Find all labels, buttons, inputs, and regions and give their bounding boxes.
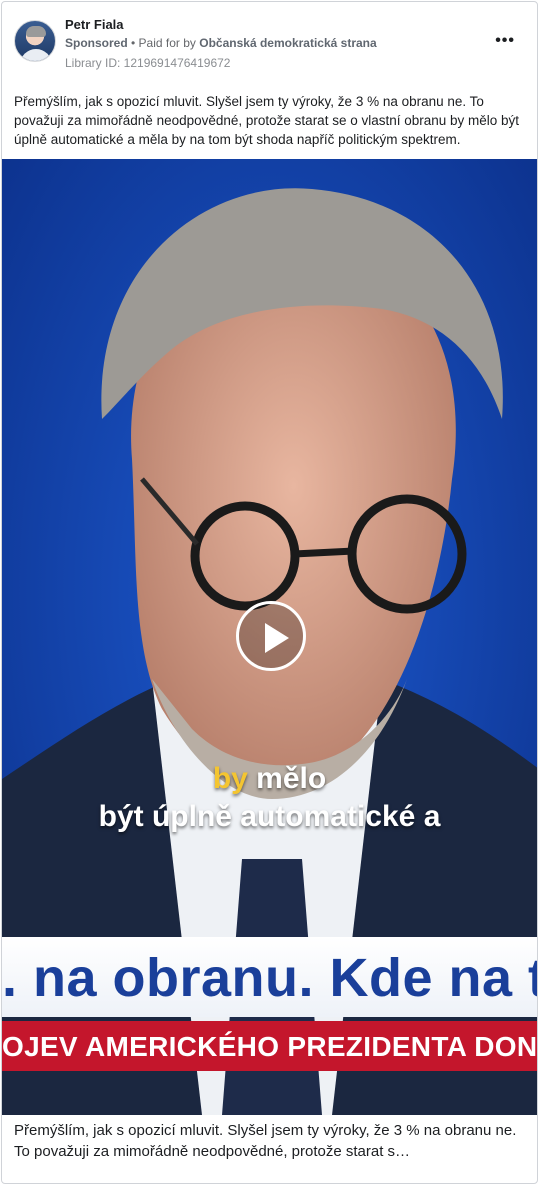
paid-for-name[interactable]: Občanská demokratická strana — [199, 36, 376, 50]
library-id: Library ID: 1219691476419672 — [65, 56, 231, 70]
subtitle-highlight-word: by — [212, 762, 248, 795]
subtitle-line-1-rest: mělo — [247, 762, 327, 795]
video-subtitle-line-2: být úplně automatické a — [98, 800, 441, 833]
page-name[interactable]: Petr Fiala — [65, 17, 124, 32]
page-avatar[interactable] — [14, 20, 56, 62]
ad-header: Petr Fiala Sponsored • Paid for by Občan… — [2, 2, 537, 82]
glasses-bridge — [293, 547, 355, 558]
news-ticker-text: OJEV AMERICKÉHO PREZIDENTA DONA — [2, 1031, 537, 1062]
video-player[interactable]: by mělo být úplně automatické a . na obr… — [2, 159, 537, 1115]
sponsored-label: Sponsored — [65, 36, 128, 50]
news-headline-banner: . na obranu. Kde na t — [2, 937, 537, 1017]
ad-card: Petr Fiala Sponsored • Paid for by Občan… — [1, 1, 538, 1184]
news-ticker-banner: OJEV AMERICKÉHO PREZIDENTA DONA — [2, 1021, 537, 1071]
more-options-icon[interactable]: ••• — [495, 32, 515, 50]
sponsored-line: Sponsored • Paid for by Občanská demokra… — [65, 36, 377, 50]
paid-for-prefix: • Paid for by — [127, 36, 200, 50]
avatar-shirt-shape — [20, 49, 52, 61]
video-caption: Přemýšlím, jak s opozicí mluvit. Slyšel … — [14, 1122, 517, 1160]
ad-body-text: Přemýšlím, jak s opozicí mluvit. Slyšel … — [14, 94, 520, 147]
play-icon[interactable] — [236, 601, 306, 671]
video-subtitle-line-1: by mělo — [2, 762, 537, 796]
news-headline-text: . na obranu. Kde na t — [2, 948, 537, 1008]
avatar-hair-shape — [26, 26, 46, 37]
